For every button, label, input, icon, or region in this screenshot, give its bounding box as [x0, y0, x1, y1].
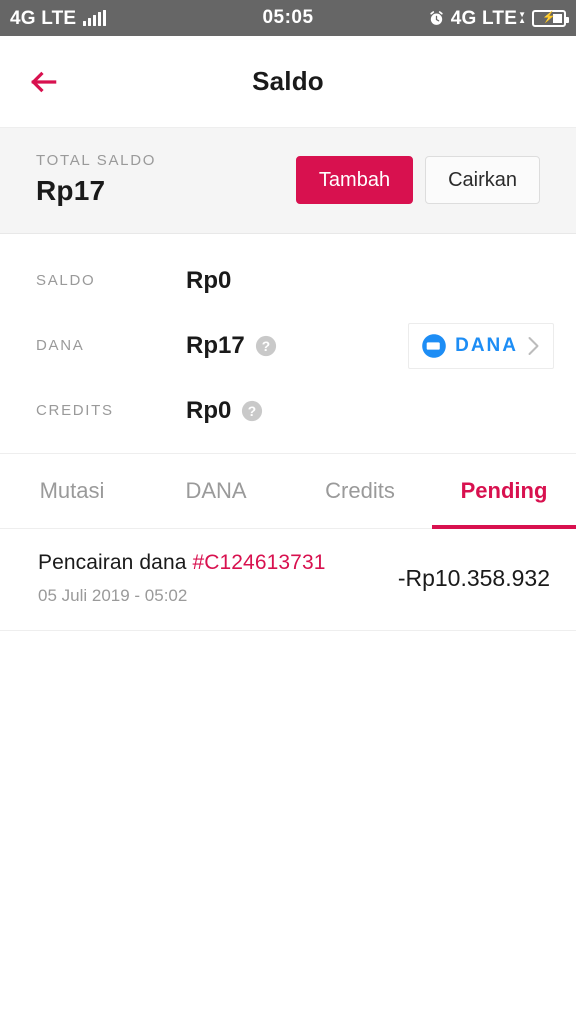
- total-balance-actions: Tambah Cairkan: [295, 155, 540, 204]
- add-funds-button[interactable]: Tambah: [295, 155, 414, 204]
- network-type-group: 4G LTE ▼ ▲: [451, 9, 526, 28]
- balance-row-credits: CREDITS Rp0 ?: [0, 378, 576, 443]
- data-transfer-arrows-icon: ▼ ▲: [518, 11, 526, 25]
- svg-text:?: ?: [248, 403, 256, 418]
- help-icon[interactable]: ?: [241, 400, 263, 422]
- total-balance-label: TOTAL SALDO: [36, 152, 157, 169]
- total-balance-card: TOTAL SALDO Rp17 Tambah Cairkan: [0, 128, 576, 234]
- balance-row-value-group: Rp17 ?: [186, 332, 277, 360]
- transaction-title-group: Pencairan dana #C124613731: [38, 551, 326, 575]
- help-icon[interactable]: ?: [255, 335, 277, 357]
- transaction-row[interactable]: Pencairan dana #C124613731 05 Juli 2019 …: [0, 529, 576, 631]
- balance-row-label: CREDITS: [36, 402, 114, 419]
- balance-rows: SALDO Rp0 DANA Rp17 ? DANA CREDITS Rp0 ?: [0, 234, 576, 453]
- balance-row-label: DANA: [36, 337, 85, 354]
- balance-row-saldo: SALDO Rp0: [0, 248, 576, 313]
- dana-logo-icon: [422, 333, 446, 358]
- tab-dana[interactable]: DANA: [144, 454, 288, 528]
- tab-pending[interactable]: Pending: [432, 454, 576, 529]
- tab-mutasi[interactable]: Mutasi: [0, 454, 144, 528]
- total-balance-value: Rp17: [36, 175, 106, 206]
- transaction-details: Pencairan dana #C124613731 05 Juli 2019 …: [38, 551, 326, 606]
- balance-row-value: Rp17: [186, 331, 245, 359]
- balance-row-value: Rp0: [186, 396, 232, 424]
- balance-row-value-group: Rp0 ?: [186, 397, 263, 425]
- transaction-reference: #C124613731: [192, 551, 326, 574]
- dana-account-badge[interactable]: DANA: [408, 322, 554, 369]
- transaction-tabs: Mutasi DANA Credits Pending: [0, 453, 576, 529]
- balance-row-value: Rp0: [186, 266, 232, 294]
- data-up-arrow-icon: ▲: [518, 16, 526, 25]
- chevron-right-icon: [528, 336, 539, 355]
- status-bar: 4G LTE 05:05 4G LTE ▼ ▲ ⚡: [0, 0, 576, 36]
- dana-wordmark: DANA: [455, 335, 518, 356]
- total-balance-info: TOTAL SALDO Rp17: [36, 152, 156, 207]
- transaction-amount: -Rp10.358.932: [397, 565, 550, 591]
- page-title: Saldo: [252, 66, 324, 96]
- app-bar: Saldo: [0, 36, 576, 128]
- balance-row-label: SALDO: [36, 272, 96, 289]
- charging-bolt-icon: ⚡: [542, 11, 556, 24]
- tab-credits[interactable]: Credits: [288, 454, 432, 528]
- status-bar-right: 4G LTE ▼ ▲ ⚡: [428, 9, 569, 28]
- svg-text:?: ?: [261, 338, 269, 353]
- transaction-date: 05 Juli 2019 - 05:02: [38, 586, 188, 605]
- network-type-label: 4G LTE: [450, 7, 518, 29]
- battery-charging-icon: ⚡: [532, 9, 569, 27]
- transaction-title: Pencairan dana: [38, 551, 193, 574]
- withdraw-button[interactable]: Cairkan: [425, 155, 540, 204]
- alarm-clock-icon: [430, 10, 443, 25]
- balance-row-value-group: Rp0: [186, 267, 231, 295]
- transaction-list: Pencairan dana #C124613731 05 Juli 2019 …: [0, 529, 576, 631]
- balance-row-dana: DANA Rp17 ? DANA: [0, 313, 576, 378]
